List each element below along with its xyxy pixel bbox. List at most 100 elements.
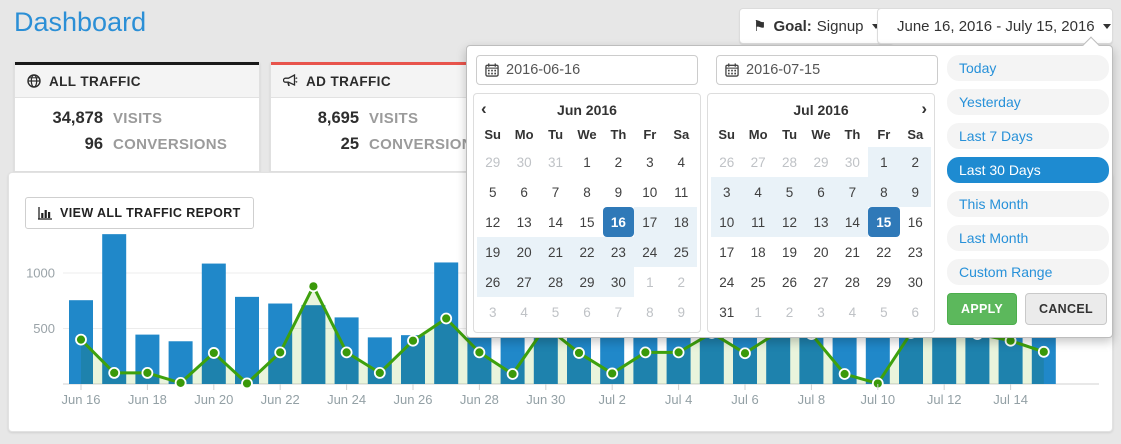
calendar-day[interactable]: 6 [900,297,931,327]
calendar-day[interactable]: 7 [540,177,571,207]
calendar-day[interactable]: 3 [805,297,836,327]
range-option[interactable]: Today [947,55,1109,81]
calendar-day[interactable]: 18 [666,207,697,237]
calendar-day[interactable]: 2 [774,297,805,327]
chart-point[interactable] [109,368,119,378]
chart-point[interactable] [242,378,252,388]
calendar-day[interactable]: 5 [868,297,899,327]
range-option[interactable]: Yesterday [947,89,1109,115]
calendar-day[interactable]: 1 [634,267,665,297]
chart-point[interactable] [76,335,86,345]
calendar-day[interactable]: 23 [603,237,634,267]
chart-point[interactable] [740,348,750,358]
end-date-input[interactable] [746,62,929,78]
calendar-day[interactable]: 28 [540,267,571,297]
calendar-day[interactable]: 26 [477,267,508,297]
chart-point[interactable] [342,347,352,357]
calendar-day[interactable]: 27 [508,267,539,297]
calendar-day[interactable]: 16 [603,207,634,237]
range-option[interactable]: Last Month [947,225,1109,251]
calendar-day[interactable]: 19 [774,237,805,267]
apply-button[interactable]: APPLY [947,293,1017,325]
cancel-button[interactable]: CANCEL [1025,293,1107,325]
calendar-day[interactable]: 10 [634,177,665,207]
calendar-day[interactable]: 30 [837,147,868,177]
calendar-day[interactable]: 30 [603,267,634,297]
calendar-day[interactable]: 13 [508,207,539,237]
calendar-day[interactable]: 28 [774,147,805,177]
calendar-day[interactable]: 7 [603,297,634,327]
calendar-day[interactable]: 2 [900,147,931,177]
card-all-traffic[interactable]: ALL TRAFFIC 34,878 VISITS 96 CONVERSIONS [14,62,260,172]
calendar-day[interactable]: 6 [571,297,602,327]
goal-button[interactable]: ⚑ Goal: Signup [739,8,894,44]
calendar-day[interactable]: 30 [900,267,931,297]
calendar-day[interactable]: 26 [711,147,742,177]
calendar-day[interactable]: 9 [603,177,634,207]
calendar-day[interactable]: 29 [477,147,508,177]
calendar-day[interactable]: 27 [742,147,773,177]
calendar-day[interactable]: 29 [805,147,836,177]
calendar-day[interactable]: 29 [868,267,899,297]
calendar-day[interactable]: 4 [666,147,697,177]
chart-point[interactable] [308,281,318,291]
calendar-day[interactable]: 9 [666,297,697,327]
calendar-day[interactable]: 24 [634,237,665,267]
calendar-day[interactable]: 25 [742,267,773,297]
calendar-day[interactable]: 23 [900,237,931,267]
calendar-day[interactable]: 17 [711,237,742,267]
calendar-day[interactable]: 10 [711,207,742,237]
calendar-day[interactable]: 11 [666,177,697,207]
calendar-day[interactable]: 19 [477,237,508,267]
calendar-day[interactable]: 17 [634,207,665,237]
calendar-day[interactable]: 11 [742,207,773,237]
calendar-day[interactable]: 5 [540,297,571,327]
calendar-day[interactable]: 5 [774,177,805,207]
calendar-day[interactable]: 20 [805,237,836,267]
range-option[interactable]: Custom Range [947,259,1109,285]
calendar-day[interactable]: 7 [837,177,868,207]
chart-point[interactable] [508,369,518,379]
range-option[interactable]: This Month [947,191,1109,217]
calendar-day[interactable]: 16 [900,207,931,237]
calendar-day[interactable]: 5 [477,177,508,207]
chart-point[interactable] [840,369,850,379]
calendar-day[interactable]: 22 [571,237,602,267]
calendar-day[interactable]: 20 [508,237,539,267]
calendar-day[interactable]: 8 [868,177,899,207]
calendar-day[interactable]: 29 [571,267,602,297]
calendar-day[interactable]: 3 [634,147,665,177]
calendar-day[interactable]: 14 [837,207,868,237]
chart-point[interactable] [607,368,617,378]
chart-point[interactable] [640,347,650,357]
chart-point[interactable] [209,348,219,358]
calendar-day[interactable]: 15 [868,207,899,237]
calendar-day[interactable]: 2 [603,147,634,177]
calendar-day[interactable]: 3 [477,297,508,327]
chart-point[interactable] [176,378,186,388]
calendar-day[interactable]: 24 [711,267,742,297]
calendar-day[interactable]: 1 [868,147,899,177]
calendar-day[interactable]: 21 [540,237,571,267]
calendar-day[interactable]: 13 [805,207,836,237]
calendar-day[interactable]: 4 [742,177,773,207]
chart-point[interactable] [674,347,684,357]
calendar-day[interactable]: 28 [837,267,868,297]
calendar-day[interactable]: 8 [571,177,602,207]
chart-point[interactable] [441,314,451,324]
calendar-day[interactable]: 6 [508,177,539,207]
calendar-day[interactable]: 22 [868,237,899,267]
calendar-day[interactable]: 3 [711,177,742,207]
calendar-day[interactable]: 30 [508,147,539,177]
chart-point[interactable] [275,347,285,357]
calendar-day[interactable]: 9 [900,177,931,207]
chart-point[interactable] [408,336,418,346]
calendar-day[interactable]: 1 [742,297,773,327]
calendar-day[interactable]: 31 [711,297,742,327]
prev-month-button[interactable]: ‹ [481,98,503,120]
calendar-day[interactable]: 12 [774,207,805,237]
calendar-day[interactable]: 21 [837,237,868,267]
calendar-day[interactable]: 8 [634,297,665,327]
calendar-day[interactable]: 1 [571,147,602,177]
range-option[interactable]: Last 7 Days [947,123,1109,149]
